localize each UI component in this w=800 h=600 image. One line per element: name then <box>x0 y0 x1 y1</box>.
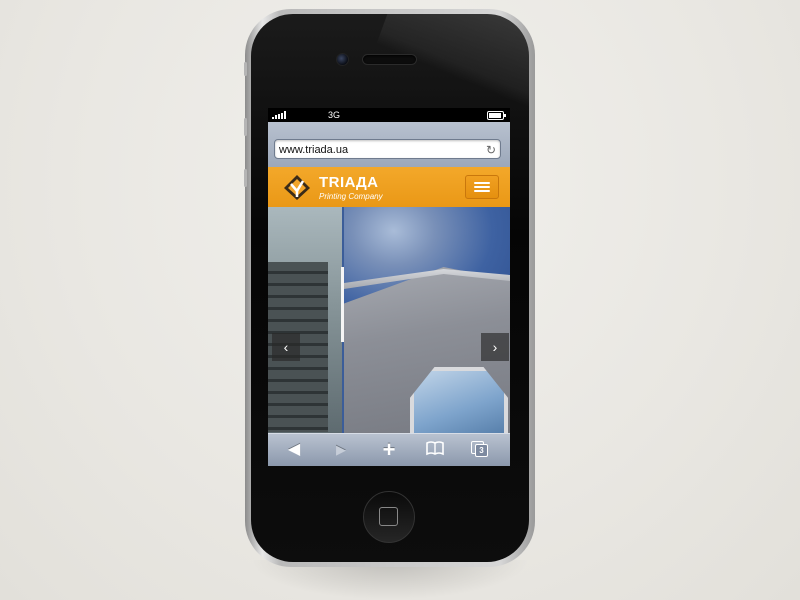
site-header: TRIAДA Printing Company <box>268 167 510 207</box>
phone-screen: 3G www.triada.ua ↻ TRIAДA Printing Compa… <box>268 108 510 466</box>
brand-name[interactable]: TRIAДA <box>319 174 379 191</box>
brand-tagline: Printing Company <box>319 192 383 201</box>
slider-next-button[interactable]: › <box>481 333 509 361</box>
slider-prev-button[interactable]: ‹ <box>272 333 300 361</box>
volume-up-button <box>244 118 247 136</box>
signal-strength-icon <box>272 111 286 119</box>
triada-logo-icon[interactable] <box>282 173 312 201</box>
back-button[interactable]: ◀ <box>282 440 306 460</box>
battery-icon <box>487 111 506 120</box>
browser-toolbar: ◀ ▶ + 3 <box>268 433 510 466</box>
url-text: www.triada.ua <box>279 144 349 156</box>
slide-image-printing-machine <box>268 207 342 433</box>
mute-switch <box>244 62 247 76</box>
url-input[interactable]: www.triada.ua ↻ <box>274 139 501 159</box>
book-icon <box>426 441 444 456</box>
hamburger-menu-button[interactable] <box>465 175 499 199</box>
network-type: 3G <box>328 110 341 120</box>
pages-count: 3 <box>475 444 488 457</box>
front-camera-icon <box>336 53 349 66</box>
volume-down-button <box>244 169 247 187</box>
image-slider: ‹ › <box>268 207 510 433</box>
browser-address-bar: www.triada.ua ↻ <box>268 122 510 168</box>
bookmarks-button[interactable] <box>423 440 447 460</box>
reload-icon[interactable]: ↻ <box>486 140 496 160</box>
forward-button[interactable]: ▶ <box>329 440 353 460</box>
pages-button[interactable]: 3 <box>469 440 493 460</box>
status-bar: 3G <box>268 108 510 122</box>
earpiece-speaker <box>362 54 417 65</box>
add-bookmark-button[interactable]: + <box>377 439 401 461</box>
home-square-icon <box>379 507 398 526</box>
